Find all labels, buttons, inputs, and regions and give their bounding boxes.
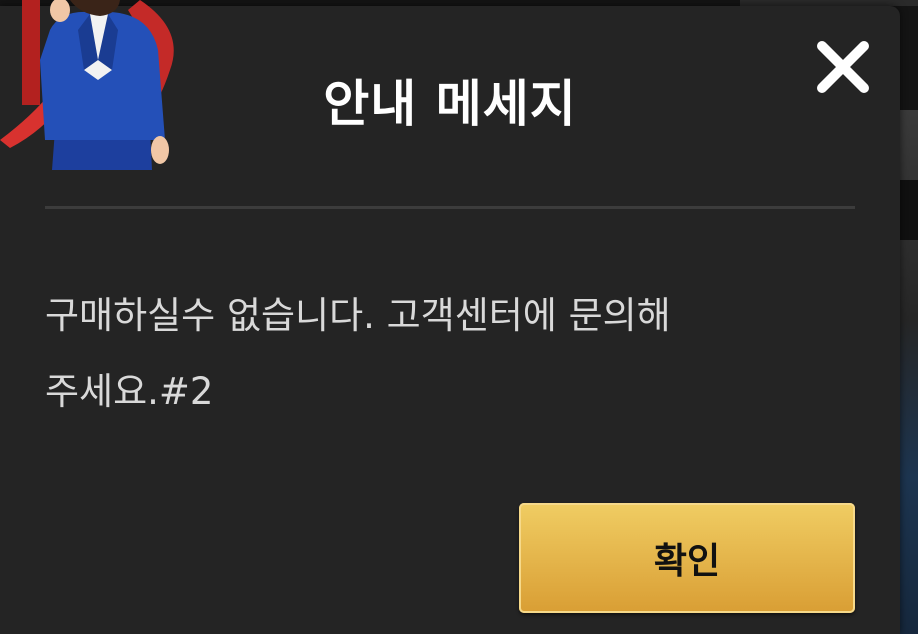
confirm-button[interactable]: 확인 [519,503,855,613]
close-icon [817,41,869,93]
close-button[interactable] [812,36,874,98]
mascot-illustration [0,0,180,176]
dialog-message: 구매하실수 없습니다. 고객센터에 문의해 주세요.#2 [45,278,845,430]
message-line: 주세요.#2 [45,370,214,413]
message-line: 구매하실수 없습니다. 고객센터에 문의해 [45,294,671,337]
backdrop-strip [900,180,918,240]
dialog-title: 안내 메세지 [323,75,577,133]
title-divider [45,206,855,209]
notice-dialog: 안내 메세지 구매하실수 없습니다. 고객센터에 문의해 주세요.#2 확인 [0,0,900,634]
